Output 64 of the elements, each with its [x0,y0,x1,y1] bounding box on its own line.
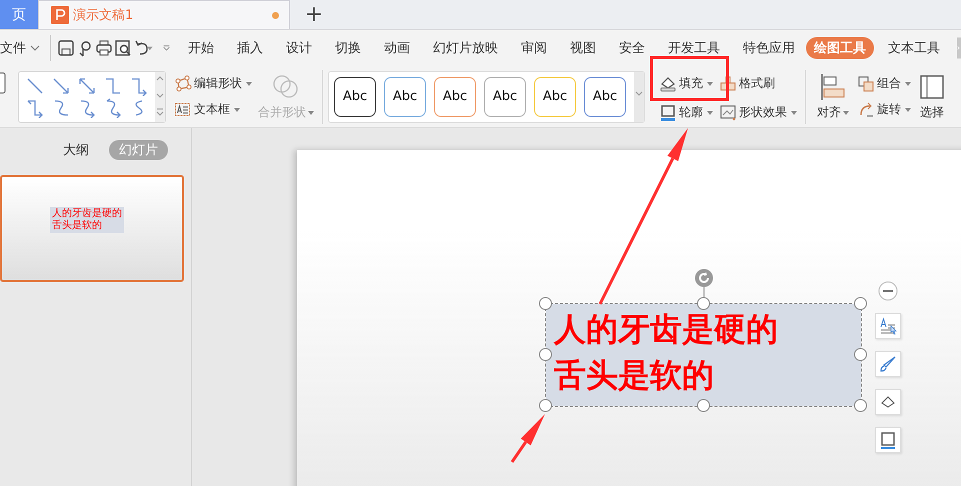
menu-tab[interactable]: 动画 [378,37,416,59]
text-box-icon [174,100,192,118]
group-icon [857,74,875,92]
outline-icon [659,104,677,122]
shape-effect-icon [719,104,737,122]
arrow-icon[interactable] [77,76,97,96]
caret-icon [147,46,153,50]
style-preset[interactable]: Abc [584,76,626,116]
style-preset[interactable]: Abc [334,76,376,116]
resize-handle[interactable] [539,297,552,310]
connector-icon[interactable] [103,76,123,96]
tool-button[interactable]: 旋转 [857,100,911,120]
panel-tab[interactable]: 大纲 [53,140,99,160]
collapse-icon [878,281,898,301]
resize-handle[interactable] [854,399,867,412]
resize-handle[interactable] [854,297,867,310]
resize-handle[interactable] [854,348,867,361]
print-preview-icon[interactable] [114,39,132,57]
file-menu[interactable]: 文件 [0,36,44,60]
outline-icon[interactable] [878,430,898,450]
menu-tab[interactable]: 视图 [564,37,602,59]
tool-button[interactable]: 格式刷 [719,74,797,94]
menu-tab[interactable]: 开始 [182,37,220,59]
line-icon[interactable] [25,76,45,96]
customize-icon[interactable] [162,44,170,52]
resize-handle[interactable] [539,399,552,412]
tool-button[interactable]: 轮廓 [659,102,717,122]
menu-tab[interactable]: 特色应用 [736,37,801,59]
tool-button[interactable]: 文本框 [174,100,252,120]
menu-tab[interactable]: 插入 [230,37,269,59]
align-button[interactable]: 对齐 [817,72,849,121]
thumbnail-text: 人的牙齿是硬的 舌头是软的 [50,207,124,233]
rotate-handle-icon[interactable] [694,268,714,298]
menu-tab[interactable]: 文本工具 [882,37,946,59]
save-icon[interactable] [57,39,76,57]
resize-handle[interactable] [696,297,710,310]
style-preset[interactable]: Abc [484,76,526,116]
menu-tab[interactable]: 安全 [612,37,651,59]
style-preset[interactable]: Abc [534,76,576,116]
print-icon[interactable] [94,39,113,57]
menu-tab[interactable]: 开发工具 [662,37,726,59]
resize-handle[interactable] [539,348,552,361]
arrow-icon[interactable] [129,76,149,96]
menu-tab[interactable]: 幻灯片放映 [426,37,504,59]
style-preset[interactable]: Abc [384,76,426,116]
arrow-icon[interactable] [51,76,71,96]
new-tab-button[interactable]: + [304,0,324,29]
chevron-icon [30,45,40,51]
select-button[interactable]: 选择 [917,72,947,121]
menu-tab[interactable]: 设计 [280,37,318,59]
gallery-scroll-icon [155,72,165,122]
tool-button[interactable]: 组合 [857,74,911,94]
format-painter-icon [719,74,737,92]
brush-icon[interactable] [878,354,898,374]
presentation-icon [51,6,69,24]
text-layout-icon[interactable] [878,316,898,336]
document-title: 演示文稿1 [73,7,134,24]
style-preset[interactable]: Abc [434,76,476,116]
tool-button[interactable]: 编辑形状 [174,74,252,94]
arrow-icon[interactable] [25,98,45,118]
menu-tab[interactable]: 审阅 [514,37,553,59]
tool-button[interactable]: 形状效果 [719,102,797,122]
menu-tab[interactable]: 切换 [328,37,367,59]
shape-nodes-icon [174,74,192,92]
